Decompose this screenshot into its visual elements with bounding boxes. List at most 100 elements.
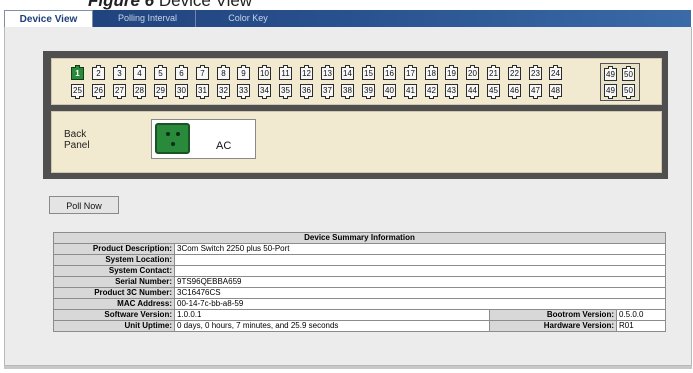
summary-label-bootrom: Bootrom Version: (489, 309, 617, 321)
port-20-top[interactable]: 20 (466, 65, 479, 80)
sfp-port-49-sfp_top[interactable]: 49 (604, 66, 617, 81)
port-30-bottom[interactable]: 30 (175, 84, 188, 99)
sfp-port-49-sfp_bottom[interactable]: 49 (604, 84, 617, 99)
poll-now-button[interactable]: Poll Now (49, 196, 119, 214)
port-48-bottom[interactable]: 48 (549, 84, 562, 99)
tab-device-view[interactable]: Device View (4, 10, 93, 27)
port-35-bottom[interactable]: 35 (279, 84, 292, 99)
content-bottom-shadow (4, 366, 692, 369)
port-32-bottom[interactable]: 32 (217, 84, 230, 99)
port-14-top[interactable]: 14 (341, 65, 354, 80)
summary-label: Product Description: (53, 243, 175, 255)
back-panel: Back Panel AC (51, 111, 662, 173)
tab-polling-interval[interactable]: Polling Interval (100, 10, 196, 27)
power-supply-module[interactable]: AC (151, 119, 256, 159)
port-29-bottom[interactable]: 29 (154, 84, 167, 99)
port-44-bottom[interactable]: 44 (466, 84, 479, 99)
port-38-bottom[interactable]: 38 (341, 84, 354, 99)
summary-label: Serial Number: (53, 276, 175, 288)
summary-label: Software Version: (53, 309, 175, 321)
port-2-top[interactable]: 2 (92, 65, 105, 80)
port-5-top[interactable]: 5 (154, 65, 167, 80)
port-15-top[interactable]: 15 (362, 65, 375, 80)
port-8-top[interactable]: 8 (217, 65, 230, 80)
port-6-top[interactable]: 6 (175, 65, 188, 80)
port-11-top[interactable]: 11 (279, 65, 292, 80)
port-41-bottom[interactable]: 41 (404, 84, 417, 99)
summary-row-system-location: System Location: (53, 254, 666, 266)
figure-label: Figure 6 (88, 0, 155, 10)
summary-label-hardware: Hardware Version: (489, 320, 617, 332)
summary-row-serial-number: Serial Number: 9TS96QEBBA659 (53, 276, 666, 288)
sfp-port-50-sfp_top[interactable]: 50 (622, 66, 635, 81)
port-42-bottom[interactable]: 42 (425, 84, 438, 99)
port-22-top[interactable]: 22 (508, 65, 521, 80)
tab-color-key[interactable]: Color Key (200, 10, 296, 27)
port-46-bottom[interactable]: 46 (508, 84, 521, 99)
port-40-bottom[interactable]: 40 (383, 84, 396, 99)
port-26-bottom[interactable]: 26 (92, 84, 105, 99)
sfp-port-50-sfp_bottom[interactable]: 50 (622, 84, 635, 99)
summary-row-unit-uptime: Unit Uptime: 0 days, 0 hours, 7 minutes,… (53, 320, 666, 332)
ac-power-icon (155, 123, 190, 154)
device-summary-table: Device Summary Information Product Descr… (53, 232, 666, 332)
port-23-top[interactable]: 23 (529, 65, 542, 80)
summary-row-software-version: Software Version: 1.0.0.1 Bootrom Versio… (53, 309, 666, 321)
summary-value: 00-14-7c-bb-a8-59 (174, 298, 666, 310)
port-9-top[interactable]: 9 (237, 65, 250, 80)
power-supply-label: AC (216, 140, 232, 152)
port-47-bottom[interactable]: 47 (529, 84, 542, 99)
port-3-top[interactable]: 3 (113, 65, 126, 80)
summary-value: 0 days, 0 hours, 7 minutes, and 25.9 sec… (174, 320, 490, 332)
port-18-top[interactable]: 18 (425, 65, 438, 80)
device-view-content: 49 50 49 50 1 2 3 4 5 6 7 8 9 10 11 12 13 14 15 16 17 18 19 20… (4, 27, 692, 366)
port-13-top[interactable]: 13 (321, 65, 334, 80)
figure-title: Device View (158, 0, 253, 10)
summary-value (174, 265, 666, 277)
port-24-top[interactable]: 24 (549, 65, 562, 80)
summary-value-bootrom: 0.5.0.0 (616, 309, 666, 321)
port-1-top[interactable]: 1 (71, 65, 84, 80)
summary-value: 3C16476CS (174, 287, 666, 299)
summary-header: Device Summary Information (53, 232, 666, 244)
summary-label: MAC Address: (53, 298, 175, 310)
back-panel-label-line2: Panel (64, 140, 90, 151)
port-37-bottom[interactable]: 37 (321, 84, 334, 99)
summary-row-system-contact: System Contact: (53, 265, 666, 277)
port-36-bottom[interactable]: 36 (300, 84, 313, 99)
summary-label: System Location: (53, 254, 175, 266)
sfp-port-group: 49 50 49 50 (600, 63, 640, 101)
summary-label: Unit Uptime: (53, 320, 175, 332)
port-39-bottom[interactable]: 39 (362, 84, 375, 99)
port-34-bottom[interactable]: 34 (258, 84, 271, 99)
port-7-top[interactable]: 7 (196, 65, 209, 80)
port-33-bottom[interactable]: 33 (237, 84, 250, 99)
port-17-top[interactable]: 17 (404, 65, 417, 80)
port-43-bottom[interactable]: 43 (445, 84, 458, 99)
port-27-bottom[interactable]: 27 (113, 84, 126, 99)
summary-label: System Contact: (53, 265, 175, 277)
back-panel-label-line1: Back (64, 129, 87, 140)
summary-value: 9TS96QEBBA659 (174, 276, 666, 288)
summary-label: Product 3C Number: (53, 287, 175, 299)
port-10-top[interactable]: 10 (258, 65, 271, 80)
port-31-bottom[interactable]: 31 (196, 84, 209, 99)
summary-row-product-description: Product Description: 3Com Switch 2250 pl… (53, 243, 666, 255)
port-12-top[interactable]: 12 (300, 65, 313, 80)
summary-value-hardware: R01 (616, 320, 666, 332)
port-28-bottom[interactable]: 28 (133, 84, 146, 99)
front-panel: 49 50 49 50 1 2 3 4 5 6 7 8 9 10 11 12 13 14 15 16 17 18 19 20… (51, 58, 662, 105)
summary-value (174, 254, 666, 266)
summary-value: 3Com Switch 2250 plus 50-Port (174, 243, 666, 255)
port-21-top[interactable]: 21 (487, 65, 500, 80)
back-panel-label: Back Panel (64, 129, 90, 151)
summary-value: 1.0.0.1 (174, 309, 490, 321)
port-45-bottom[interactable]: 45 (487, 84, 500, 99)
port-25-bottom[interactable]: 25 (71, 84, 84, 99)
summary-row-mac-address: MAC Address: 00-14-7c-bb-a8-59 (53, 298, 666, 310)
port-4-top[interactable]: 4 (133, 65, 146, 80)
port-19-top[interactable]: 19 (445, 65, 458, 80)
tab-bar: Device View Polling Interval Color Key (4, 10, 691, 27)
summary-row-product-3c-number: Product 3C Number: 3C16476CS (53, 287, 666, 299)
port-16-top[interactable]: 16 (383, 65, 396, 80)
